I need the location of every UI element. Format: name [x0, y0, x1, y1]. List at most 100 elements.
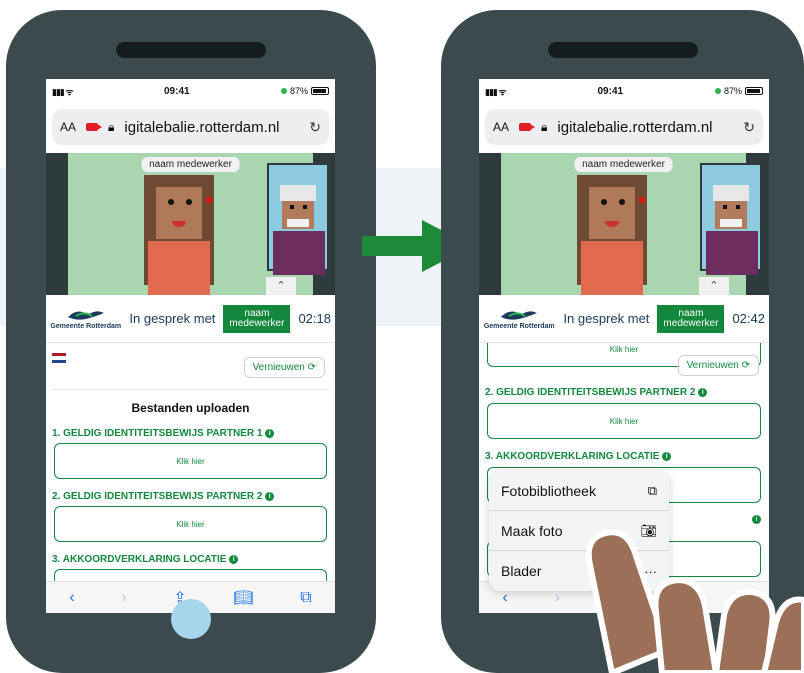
reload-icon[interactable]: ↻	[743, 119, 755, 136]
call-timer: 02:18	[298, 311, 331, 326]
battery-percent: 87%	[289, 86, 308, 96]
bookmarks-icon[interactable]: 📖︎	[233, 588, 253, 608]
upload-button-2[interactable]: Klik hier	[487, 403, 761, 439]
back-icon[interactable]: ‹	[69, 589, 74, 607]
upload-button-3[interactable]: Klik hier	[54, 569, 327, 581]
call-timer: 02:42	[732, 311, 765, 326]
battery-icon	[310, 87, 329, 95]
divider	[52, 389, 329, 390]
call-info-bar: Gemeente Rotterdam In gesprek met naam m…	[46, 295, 335, 343]
requirement-3-label: 3. AKKOORDVERKLARING LOCATIE i	[485, 451, 672, 462]
call-info-bar: Gemeente Rotterdam In gesprek met naam m…	[479, 295, 769, 343]
status-right: 87%	[714, 86, 763, 96]
logo-text: Gemeente Rotterdam	[483, 323, 555, 330]
in-gesprek-label: In gesprek met	[129, 311, 216, 326]
photo-library-icon: ⧉	[647, 482, 657, 498]
refresh-button[interactable]: Vernieuwen ⟳	[243, 357, 325, 378]
refresh-icon: ⟳	[307, 362, 316, 373]
section-title: Bestanden uploaden	[131, 401, 250, 415]
lock-icon: 🔒︎	[108, 119, 115, 134]
menu-item-take-photo[interactable]: Maak foto 📷︎	[489, 511, 669, 551]
refresh-label: Vernieuwen	[252, 362, 305, 373]
self-view-video[interactable]	[267, 163, 329, 275]
bookmarks-icon[interactable]: 📖︎	[667, 588, 687, 608]
menu-item-label: Maak foto	[501, 522, 563, 539]
tabs-icon[interactable]: ⧉	[734, 589, 745, 607]
employee-avatar	[144, 169, 214, 295]
reload-icon[interactable]: ↻	[309, 119, 321, 136]
signal-icon: ▮▮▮ ᯤ	[485, 86, 507, 97]
browser-url-bar: AA 🔒︎ igitalebalie.rotterdam.nl ↻	[46, 103, 335, 153]
text-size-button[interactable]: AA	[493, 120, 509, 134]
colleague-line2: medewerker	[229, 317, 285, 329]
home-button[interactable]	[602, 599, 643, 639]
more-icon: ···	[644, 563, 657, 579]
camera-in-use-icon	[280, 88, 287, 94]
colleague-badge: naam medewerker	[657, 304, 725, 333]
menu-item-photo-library[interactable]: Fotobibliotheek ⧉	[489, 471, 669, 511]
rotterdam-logo: Gemeente Rotterdam	[483, 307, 555, 330]
requirement-2-label: 2. GELDIG IDENTITEITSBEWIJS PARTNER 2 i	[52, 491, 275, 502]
status-bar: ▮▮▮ ᯤ 09:41 87%	[479, 79, 769, 103]
address-field[interactable]: AA 🔒︎ igitalebalie.rotterdam.nl ↻	[485, 109, 763, 145]
forward-icon[interactable]: ›	[121, 589, 126, 607]
info-icon[interactable]: i	[698, 388, 708, 397]
dutch-flag-icon[interactable]	[52, 353, 66, 363]
menu-item-browse[interactable]: Blader ···	[489, 551, 669, 591]
rotterdam-logo: Gemeente Rotterdam	[50, 307, 121, 330]
collapse-video-button[interactable]: ⌃	[699, 277, 729, 295]
back-icon[interactable]: ‹	[502, 589, 507, 607]
logo-mark-icon	[501, 311, 538, 320]
requirement-2-label: 2. GELDIG IDENTITEITSBEWIJS PARTNER 2 i	[485, 387, 708, 398]
url-text[interactable]: igitalebalie.rotterdam.nl	[557, 119, 733, 136]
camera-in-use-icon	[714, 88, 721, 94]
employee-avatar	[577, 169, 647, 295]
menu-item-label: Fotobibliotheek	[501, 482, 596, 499]
file-picker-menu: Fotobibliotheek ⧉ Maak foto 📷︎ Blader ··…	[489, 471, 669, 591]
status-time: 09:41	[163, 85, 190, 97]
refresh-icon: ⟳	[741, 360, 750, 371]
status-right: 87%	[280, 86, 329, 96]
browser-url-bar: AA 🔒︎ igitalebalie.rotterdam.nl ↻	[479, 103, 769, 153]
camera-icon[interactable]	[519, 123, 536, 131]
video-call-area: naam medewerker ⌃	[46, 153, 335, 295]
info-icon[interactable]: i	[662, 452, 672, 461]
info-icon[interactable]: i	[265, 429, 275, 438]
phone-right: ▮▮▮ ᯤ 09:41 87% AA 🔒︎ igitalebalie.rotte…	[441, 10, 804, 673]
status-bar: ▮▮▮ ᯤ 09:41 87%	[46, 79, 335, 103]
camera-icon[interactable]	[86, 123, 103, 131]
upload-page: Vernieuwen ⟳ Bestanden uploaden 1. GELDI…	[46, 343, 335, 581]
home-button[interactable]	[171, 599, 211, 639]
text-size-button[interactable]: AA	[60, 120, 76, 134]
forward-icon[interactable]: ›	[555, 589, 560, 607]
tabs-icon[interactable]: ⧉	[300, 589, 311, 607]
info-icon[interactable]: i	[752, 515, 761, 524]
self-view-video[interactable]	[700, 163, 762, 275]
signal-icon: ▮▮▮ ᯤ	[52, 86, 74, 97]
address-field[interactable]: AA 🔒︎ igitalebalie.rotterdam.nl ↻	[52, 109, 329, 145]
colleague-badge: naam medewerker	[223, 304, 291, 333]
refresh-label: Vernieuwen	[686, 360, 739, 371]
upload-button-1[interactable]: Klik hier	[54, 443, 327, 479]
logo-text: Gemeente Rotterdam	[50, 323, 122, 330]
status-time: 09:41	[597, 85, 624, 97]
speaker-grille	[547, 42, 698, 58]
upload-button-2[interactable]: Klik hier	[54, 506, 327, 542]
video-call-area: naam medewerker ⌃	[479, 153, 769, 295]
phone-left: ▮▮▮ ᯤ 09:41 87% AA 🔒︎ igitalebalie.rotte…	[6, 10, 376, 673]
phone-screen-right: ▮▮▮ ᯤ 09:41 87% AA 🔒︎ igitalebalie.rotte…	[479, 79, 769, 613]
url-text[interactable]: igitalebalie.rotterdam.nl	[124, 119, 299, 136]
camera-icon: 📷︎	[640, 522, 657, 538]
in-gesprek-label: In gesprek met	[563, 311, 650, 326]
info-icon[interactable]: i	[229, 555, 239, 564]
logo-mark-icon	[67, 311, 104, 320]
refresh-button[interactable]: Vernieuwen ⟳	[677, 355, 759, 376]
colleague-line2: medewerker	[663, 317, 719, 329]
collapse-video-button[interactable]: ⌃	[266, 277, 296, 295]
battery-percent: 87%	[723, 86, 742, 96]
battery-icon	[744, 87, 763, 95]
speaker-grille	[116, 42, 266, 58]
info-icon[interactable]: i	[265, 492, 275, 501]
menu-item-label: Blader	[501, 563, 542, 579]
lock-icon: 🔒︎	[541, 119, 548, 134]
